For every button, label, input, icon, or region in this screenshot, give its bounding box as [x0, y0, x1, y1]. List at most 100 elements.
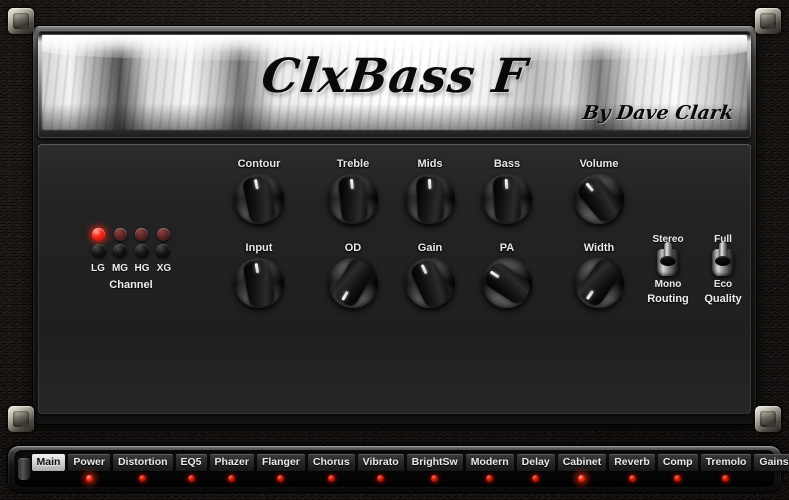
plugin-window: ClxBass F By Dave Clark LG MG HG XG Channel… — [0, 0, 789, 500]
knob-pointer — [586, 290, 595, 301]
switch-body[interactable] — [657, 242, 679, 276]
tab-cell: Distortion — [111, 454, 174, 482]
knob-dial[interactable] — [405, 256, 455, 310]
tab-distortion[interactable]: Distortion — [112, 454, 173, 471]
tab-bar: Main Power Distortion EQ5 Phazer Flanger Choru… — [8, 446, 789, 492]
channel-led-xg — [156, 228, 170, 241]
tab-cell: Chorus — [306, 454, 356, 482]
knob-dial[interactable] — [574, 256, 624, 310]
knob-label: OD — [344, 242, 362, 254]
switch-caption: Quality — [704, 293, 742, 305]
tab-modern[interactable]: Modern — [465, 454, 514, 471]
tab-gains[interactable]: Gains — [754, 454, 789, 471]
tab-cell: Cabinet — [556, 454, 608, 482]
tab-delay[interactable]: Delay — [516, 454, 555, 471]
corner-screw-top-right — [755, 8, 781, 34]
channel-option-label: HG — [134, 263, 150, 274]
knob-dial[interactable] — [574, 173, 624, 225]
knob-label: Bass — [493, 158, 521, 170]
knob-dial[interactable] — [234, 258, 284, 308]
knob-cap — [241, 173, 277, 225]
tab-led — [139, 475, 147, 482]
knob-bass[interactable]: Bass — [470, 158, 544, 224]
tab-comp[interactable]: Comp — [657, 454, 698, 471]
knob-dial[interactable] — [405, 174, 455, 224]
tab-bar-inner: Main Power Distortion EQ5 Phazer Flanger Choru… — [14, 450, 789, 488]
knob-pointer — [254, 263, 259, 274]
knob-pointer — [489, 270, 500, 279]
channel-option-label: MG — [111, 263, 129, 274]
channel-led-hg — [135, 228, 149, 241]
knob-pointer — [427, 178, 431, 190]
knob-contour[interactable]: Contour — [222, 158, 296, 225]
knob-label: Volume — [579, 158, 619, 170]
corner-screw-bottom-left — [8, 406, 34, 432]
tab-brightsw[interactable]: BrightSw — [406, 454, 463, 471]
channel-button-xg[interactable] — [155, 244, 170, 258]
knob-gain[interactable]: Gain — [393, 242, 467, 310]
knob-pointer — [584, 182, 594, 193]
knob-pa[interactable]: PA — [470, 242, 544, 308]
tab-led — [187, 475, 195, 482]
tab-cell: Tremolo — [699, 454, 753, 482]
tab-cell: BrightSw — [405, 454, 464, 482]
tab-cell: Vibrato — [356, 454, 405, 482]
knob-cap — [480, 259, 534, 307]
knob-dial[interactable] — [234, 173, 284, 225]
knob-dial[interactable] — [482, 174, 532, 224]
corner-screw-bottom-right — [755, 406, 781, 432]
channel-caption: Channel — [109, 279, 153, 291]
knob-od[interactable]: OD — [316, 242, 390, 310]
knob-dial[interactable] — [328, 256, 378, 310]
tab-reverb[interactable]: Reverb — [609, 454, 655, 471]
knob-pointer — [253, 179, 259, 190]
tab-chorus[interactable]: Chorus — [307, 454, 355, 471]
knob-treble[interactable]: Treble — [316, 158, 390, 224]
channel-selector: LG MG HG XG Channel — [81, 228, 181, 291]
tab-phazer[interactable]: Phazer — [209, 454, 254, 471]
knob-pointer — [349, 178, 354, 190]
knob-cap — [574, 173, 624, 225]
tab-cell: Modern — [464, 454, 515, 482]
knob-cap — [330, 256, 376, 310]
knob-cap — [575, 256, 623, 310]
channel-led-lg — [92, 228, 105, 241]
knob-mids[interactable]: Mids — [393, 158, 467, 224]
knob-dial[interactable] — [328, 174, 378, 224]
tab-cabinet[interactable]: Cabinet — [557, 454, 607, 471]
channel-led-mg — [113, 228, 127, 241]
channel-button-lg[interactable] — [92, 244, 106, 258]
tab-cell: Reverb — [608, 454, 657, 482]
channel-button-mg[interactable] — [113, 244, 128, 258]
knob-width[interactable]: Width — [562, 242, 636, 310]
knob-cap — [242, 258, 276, 308]
tab-led — [532, 475, 540, 482]
knob-volume[interactable]: Volume — [562, 158, 636, 225]
tab-cell: Gains — [753, 454, 789, 482]
knob-dial[interactable] — [480, 258, 534, 308]
knob-label: Gain — [417, 242, 443, 254]
tab-tremolo[interactable]: Tremolo — [700, 454, 752, 471]
tab-eq5[interactable]: EQ5 — [175, 454, 207, 471]
switch-bottom-label: Eco — [713, 279, 733, 290]
knob-input[interactable]: Input — [222, 242, 296, 308]
logo-panel: ClxBass F By Dave Clark — [38, 31, 751, 138]
tab-flanger[interactable]: Flanger — [256, 454, 305, 471]
knob-cap — [408, 256, 452, 310]
tab-vibrato[interactable]: Vibrato — [357, 454, 404, 471]
tab-power[interactable]: Power — [68, 454, 110, 471]
tab-cell: Power — [67, 454, 112, 482]
channel-button-hg[interactable] — [134, 244, 149, 258]
control-panel: LG MG HG XG Channel Contour Treble Mids Bass Vo… — [38, 144, 751, 414]
tab-led — [377, 475, 385, 482]
tab-cell: Flanger — [255, 454, 306, 482]
tab-led — [431, 475, 439, 482]
knob-label: PA — [499, 242, 515, 254]
switch-body[interactable] — [712, 242, 734, 276]
channel-option-label: LG — [91, 263, 105, 274]
tab-main[interactable]: Main — [31, 454, 66, 471]
channel-button-row — [92, 241, 170, 258]
tab-cell: Comp — [656, 454, 699, 482]
knob-label: Input — [245, 242, 273, 254]
switch-quality[interactable]: Full Eco Quality — [688, 234, 758, 305]
